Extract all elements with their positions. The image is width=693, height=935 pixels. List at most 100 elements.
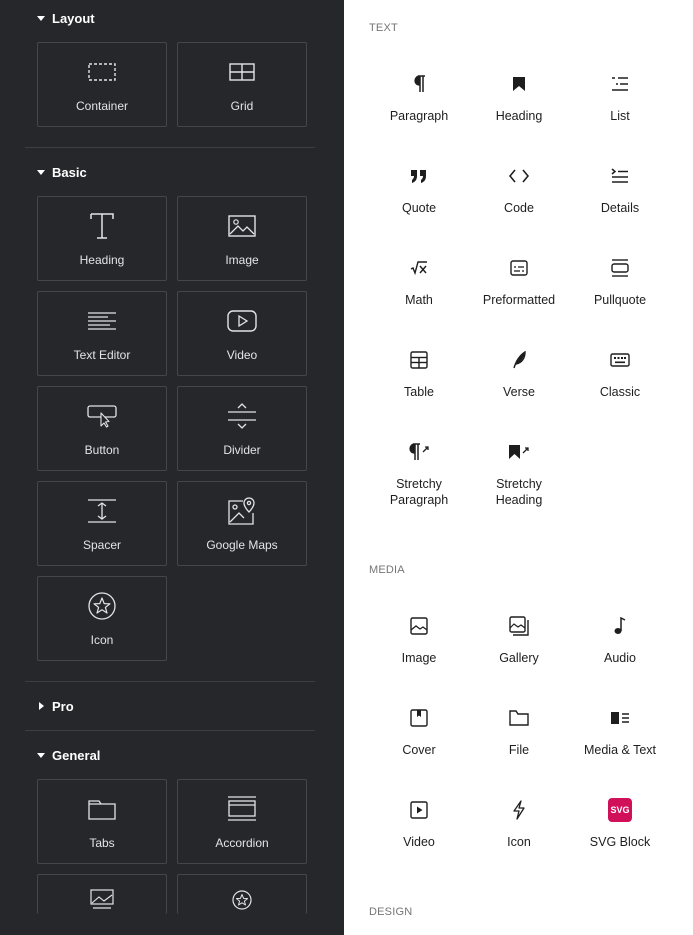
block-quote[interactable]: Quote: [371, 164, 467, 216]
widget-label: Icon: [90, 633, 114, 647]
widget-tabs[interactable]: Tabs: [37, 779, 167, 864]
widget-label: Heading: [79, 253, 125, 267]
section-layout-toggle[interactable]: Layout: [36, 8, 95, 28]
widget-google-maps[interactable]: Google Maps: [177, 481, 307, 566]
pullquote-icon: [572, 256, 668, 280]
block-label: Pullquote: [593, 293, 647, 307]
keyboard-icon: [572, 348, 668, 372]
feather-icon: [471, 348, 567, 372]
button-icon: [38, 401, 166, 431]
block-preformatted[interactable]: Preformatted: [471, 256, 567, 308]
caret-down-icon: [36, 166, 52, 178]
widget-label: Google Maps: [206, 538, 278, 552]
widget-grid[interactable]: Grid: [177, 42, 307, 127]
widget-label: Accordion: [215, 836, 269, 850]
divider-icon: [178, 401, 306, 431]
block-label: SVG Block: [589, 835, 651, 849]
block-gallery[interactable]: Gallery: [471, 614, 567, 666]
widget-label: Container: [75, 99, 129, 113]
block-label: Paragraph: [389, 109, 449, 123]
widget-image[interactable]: Image: [177, 196, 307, 281]
block-label: Verse: [503, 385, 535, 399]
media-text-icon: [572, 706, 668, 730]
cover-icon: [371, 706, 467, 730]
caret-down-icon: [36, 12, 52, 24]
block-inserter-panel: TEXT Paragraph Heading List Quote Code D…: [344, 0, 693, 935]
widget-spacer[interactable]: Spacer: [37, 481, 167, 566]
widget-container[interactable]: Container: [37, 42, 167, 127]
section-title: Basic: [52, 164, 87, 180]
stretchy-paragraph-icon: [371, 440, 467, 464]
table-icon: [371, 348, 467, 372]
block-list[interactable]: List: [572, 72, 668, 124]
widget-heading[interactable]: Heading: [37, 196, 167, 281]
block-label: Image: [401, 651, 437, 665]
block-cover[interactable]: Cover: [371, 706, 467, 758]
block-label: Video: [403, 835, 435, 849]
block-media-text[interactable]: Media & Text: [572, 706, 668, 758]
block-heading[interactable]: Heading: [471, 72, 567, 124]
block-verse[interactable]: Verse: [471, 348, 567, 400]
block-stretchy-heading[interactable]: Stretchy Heading: [471, 440, 567, 508]
block-label: Icon: [507, 835, 531, 849]
block-label: Code: [504, 201, 534, 215]
spacer-icon: [38, 496, 166, 526]
section-title: Layout: [52, 10, 95, 26]
widget-video[interactable]: Video: [177, 291, 307, 376]
block-paragraph[interactable]: Paragraph: [371, 72, 467, 124]
widget-text-editor[interactable]: Text Editor: [37, 291, 167, 376]
gallery-icon: [471, 614, 567, 638]
block-image[interactable]: Image: [371, 614, 467, 666]
block-label: Math: [405, 293, 433, 307]
section-divider: [25, 681, 315, 682]
widget-label: Spacer: [82, 538, 122, 552]
block-details[interactable]: Details: [572, 164, 668, 216]
list-icon: [572, 72, 668, 96]
block-svg[interactable]: SVG SVG Block: [572, 798, 668, 850]
widget-icon[interactable]: Icon: [37, 576, 167, 661]
block-code[interactable]: Code: [471, 164, 567, 216]
widgets-panel: Layout Container Grid Basic Heading Imag…: [0, 0, 344, 935]
caret-down-icon: [36, 749, 52, 761]
block-label: Quote: [401, 201, 437, 215]
block-classic[interactable]: Classic: [572, 348, 668, 400]
widget-accordion[interactable]: Accordion: [177, 779, 307, 864]
details-icon: [572, 164, 668, 188]
icon-box-icon: [178, 885, 306, 915]
container-icon: [38, 57, 166, 87]
block-label: Media & Text: [583, 743, 657, 757]
widget-icon-box[interactable]: [177, 874, 307, 914]
block-pullquote[interactable]: Pullquote: [572, 256, 668, 308]
section-general-toggle[interactable]: General: [36, 745, 100, 765]
section-pro-toggle[interactable]: Pro: [36, 696, 74, 716]
lightning-icon: [471, 798, 567, 822]
block-label: Gallery: [499, 651, 539, 665]
widget-label: Tabs: [89, 836, 115, 850]
block-file[interactable]: File: [471, 706, 567, 758]
widget-button[interactable]: Button: [37, 386, 167, 471]
stretchy-heading-icon: [471, 440, 567, 464]
paragraph-icon: [371, 72, 467, 96]
music-note-icon: [572, 614, 668, 638]
block-stretchy-paragraph[interactable]: Stretchy Paragraph: [371, 440, 467, 508]
category-design-heading: DESIGN: [369, 906, 413, 918]
widget-label: Button: [84, 443, 120, 457]
widget-image-box[interactable]: [37, 874, 167, 914]
category-media-heading: MEDIA: [369, 564, 405, 576]
block-math[interactable]: Math: [371, 256, 467, 308]
accordion-icon: [178, 794, 306, 824]
section-divider: [25, 730, 315, 731]
block-video[interactable]: Video: [371, 798, 467, 850]
widget-divider[interactable]: Divider: [177, 386, 307, 471]
widget-label: Grid: [230, 99, 254, 113]
grid-icon: [178, 57, 306, 87]
block-label: Cover: [402, 743, 436, 757]
block-table[interactable]: Table: [371, 348, 467, 400]
caret-right-icon: [36, 700, 52, 712]
block-label: Heading: [495, 109, 543, 123]
section-basic-toggle[interactable]: Basic: [36, 162, 87, 182]
block-label: Details: [600, 201, 640, 215]
block-icon[interactable]: Icon: [471, 798, 567, 850]
svg-badge-icon: SVG: [608, 798, 632, 822]
block-audio[interactable]: Audio: [572, 614, 668, 666]
